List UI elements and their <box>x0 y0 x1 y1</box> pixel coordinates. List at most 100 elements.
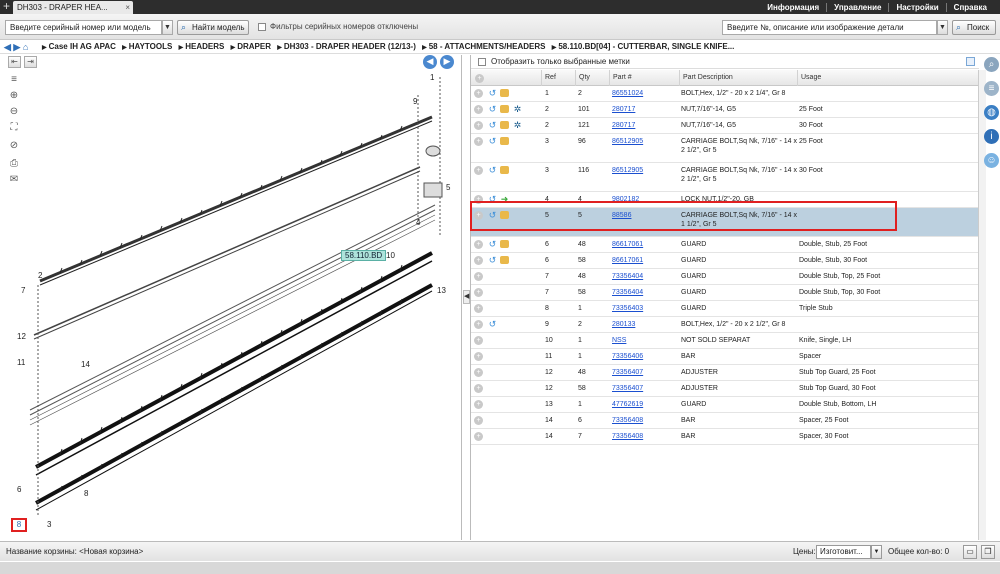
table-row[interactable]: + ↺ ✲ 2 101 280717 NUT,7/16"-14, G5 25 Foot <box>471 102 979 118</box>
show-selected-checkbox[interactable] <box>478 58 486 66</box>
cell-part[interactable]: 86512905 <box>612 137 678 146</box>
table-row[interactable]: + ↺ 3 96 86512905 CARRIAGE BOLT,Sq Nk, 7/16" … <box>471 134 979 163</box>
substitute-icon[interactable]: ↺ <box>488 89 497 98</box>
substitute-icon[interactable]: ↺ <box>488 256 497 265</box>
breadcrumb-item[interactable]: DH303 - DRAPER HEADER (12/13-) <box>284 42 416 51</box>
expand-icon[interactable]: ⇥ <box>24 56 37 68</box>
menu-management[interactable]: Управление <box>826 2 888 12</box>
gear-icon[interactable]: ✲ <box>513 121 522 130</box>
add-to-cart-icon[interactable]: + <box>474 105 483 114</box>
add-to-cart-icon[interactable]: + <box>474 166 483 175</box>
cell-part[interactable]: 86551024 <box>612 89 678 98</box>
serial-dropdown-button[interactable]: ▼ <box>162 20 173 35</box>
add-all-icon[interactable]: + <box>475 74 484 83</box>
search-side-icon[interactable]: ⌕ <box>984 57 999 72</box>
email-icon[interactable]: ✉ <box>6 173 22 187</box>
cell-part[interactable]: 86512905 <box>612 166 678 175</box>
serial-filter-checkbox[interactable] <box>258 23 266 31</box>
package-icon[interactable] <box>500 89 509 97</box>
substitute-icon[interactable]: ↺ <box>488 137 497 146</box>
table-row[interactable]: +7 58 73356404 GUARD Double Stub, Top, 30 Fo… <box>471 285 979 301</box>
menu-settings[interactable]: Настройки <box>888 2 945 12</box>
cart-restore-icon[interactable]: ❐ <box>981 545 995 559</box>
table-row[interactable]: + ↺ 1 2 86551024 BOLT,Hex, 1/2" - 20 x 2 1/4"… <box>471 86 979 102</box>
column-qty[interactable]: Qty <box>575 70 609 86</box>
next-page-icon[interactable]: ▶ <box>440 55 454 69</box>
add-to-cart-icon[interactable]: + <box>474 352 483 361</box>
diagram-label-12[interactable]: 12 <box>17 332 26 341</box>
clear-selection-icon[interactable]: ⊘ <box>6 139 22 153</box>
globe-icon[interactable]: ◍ <box>984 105 999 120</box>
nav-back-icon[interactable]: ◀ ▶ ⌂ <box>4 41 28 53</box>
table-row[interactable]: +8 1 73356403 GUARD Triple Stub <box>471 301 979 317</box>
diagram-label-9[interactable]: 9 <box>413 97 417 106</box>
diagram-callout[interactable]: 58.110.BD <box>341 250 387 261</box>
collapse-icon[interactable]: ⇤ <box>8 56 21 68</box>
diagram-label-11[interactable]: 11 <box>17 358 25 367</box>
diagram-label-4[interactable]: 4 <box>416 218 420 227</box>
diagram-label-14[interactable]: 14 <box>81 360 90 369</box>
breadcrumb-item[interactable]: DRAPER <box>237 42 271 51</box>
package-icon[interactable] <box>500 105 509 113</box>
cart-window-icon[interactable]: ▭ <box>963 545 977 559</box>
add-to-cart-icon[interactable]: + <box>474 368 483 377</box>
table-row[interactable]: +13 1 47762619 GUARD Double Stub, Bottom, LH <box>471 397 979 413</box>
cell-part[interactable]: NSS <box>612 336 678 345</box>
breadcrumb-item[interactable]: 58 - ATTACHMENTS/HEADERS <box>429 42 546 51</box>
table-row[interactable]: +10 1 NSS NOT SOLD SEPARAT Knife, Single, LH <box>471 333 979 349</box>
table-row[interactable]: +7 48 73356404 GUARD Double Stub, Top, 25 Fo… <box>471 269 979 285</box>
table-row[interactable]: + ↺ 6 48 86617061 GUARD Double, Stub, 25 Foot <box>471 237 979 253</box>
document-tab[interactable]: DH303 - DRAPER HEA... × <box>13 1 133 14</box>
column-description[interactable]: Part Description <box>679 70 797 86</box>
cell-part[interactable]: 73356408 <box>612 432 678 441</box>
part-search-dropdown-button[interactable]: ▼ <box>937 20 948 35</box>
new-tab-button[interactable]: + <box>3 0 10 13</box>
column-ref[interactable]: Ref <box>541 70 575 86</box>
diagram-label-1[interactable]: 1 <box>430 73 434 82</box>
substitute-icon[interactable]: ↺ <box>488 105 497 114</box>
cell-part[interactable]: 73356406 <box>612 352 678 361</box>
table-row[interactable]: + ↺ 3 116 86512905 CARRIAGE BOLT,Sq Nk, 7/16"… <box>471 163 979 192</box>
package-icon[interactable] <box>500 121 509 129</box>
table-row[interactable]: +12 58 73356407 ADJUSTER Stub Top Guard, 30 … <box>471 381 979 397</box>
cart-name-value[interactable]: <Новая корзина> <box>79 547 143 556</box>
diagram-label-10[interactable]: 10 <box>386 251 395 260</box>
menu-info[interactable]: Информация <box>760 3 826 12</box>
add-to-cart-icon[interactable]: + <box>474 137 483 146</box>
cell-part[interactable]: 280717 <box>612 121 678 130</box>
column-usage[interactable]: Usage <box>797 70 979 86</box>
exploded-diagram[interactable] <box>0 55 462 540</box>
prev-page-icon[interactable]: ◀ <box>423 55 437 69</box>
package-icon[interactable] <box>500 137 509 145</box>
package-icon[interactable] <box>500 166 509 174</box>
breadcrumb-item[interactable]: 58.110.BD[04] - CUTTERBAR, SINGLE KNIFE.… <box>558 42 734 51</box>
cell-part[interactable]: 73356403 <box>612 304 678 313</box>
close-tab-icon[interactable]: × <box>125 1 130 14</box>
table-row[interactable]: +14 7 73356408 BAR Spacer, 30 Foot <box>471 429 979 445</box>
table-row[interactable]: +11 1 73356406 BAR Spacer <box>471 349 979 365</box>
zoom-out-icon[interactable]: ⊖ <box>6 105 22 119</box>
gear-icon[interactable]: ✲ <box>513 105 522 114</box>
zoom-in-icon[interactable]: ⊕ <box>6 89 22 103</box>
price-type-select[interactable]: Изготовит... <box>816 545 871 559</box>
cell-part[interactable]: 280133 <box>612 320 678 329</box>
add-to-cart-icon[interactable]: + <box>474 336 483 345</box>
table-row[interactable]: + ↺ 9 2 280133 BOLT,Hex, 1/2" - 20 x 2 1/2", … <box>471 317 979 333</box>
serial-model-input[interactable]: Введите серийный номер или модель <box>5 20 162 35</box>
chat-icon[interactable]: ☺ <box>984 153 999 168</box>
cell-part[interactable]: 86617061 <box>612 240 678 249</box>
breadcrumb-item[interactable]: HAYTOOLS <box>129 42 173 51</box>
diagram-label-13[interactable]: 13 <box>437 286 446 295</box>
cell-part[interactable]: 86617061 <box>612 256 678 265</box>
diagram-label-6[interactable]: 6 <box>17 485 21 494</box>
cell-part[interactable]: 73356404 <box>612 272 678 281</box>
table-settings-icon[interactable] <box>966 57 975 66</box>
add-to-cart-icon[interactable]: + <box>474 256 483 265</box>
add-to-cart-icon[interactable]: + <box>474 416 483 425</box>
panel-splitter[interactable]: ◀ <box>463 290 470 304</box>
substitute-icon[interactable]: ↺ <box>488 166 497 175</box>
add-to-cart-icon[interactable]: + <box>474 432 483 441</box>
print-icon[interactable]: ⎙ <box>6 157 22 171</box>
add-to-cart-icon[interactable]: + <box>474 384 483 393</box>
cell-part[interactable]: 73356408 <box>612 416 678 425</box>
